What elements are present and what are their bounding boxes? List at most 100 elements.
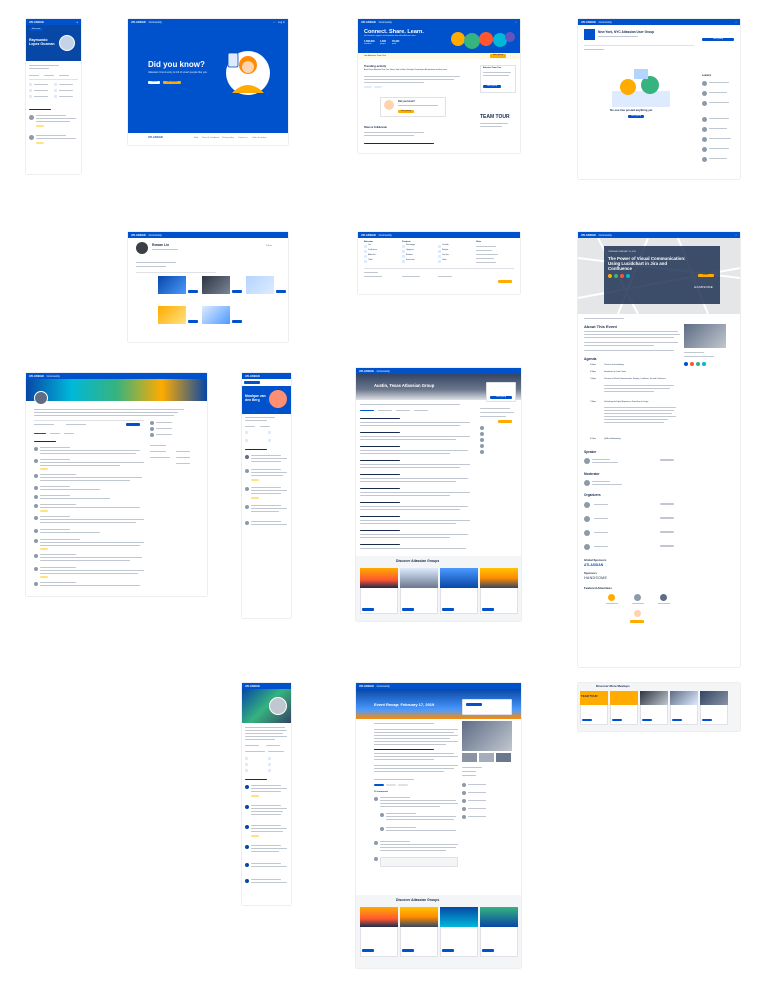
- menu-item-other[interactable]: Other: [442, 259, 447, 262]
- logo[interactable]: ATLASSIAN: [245, 375, 260, 378]
- gallery-image-2: [202, 276, 230, 294]
- search-icon[interactable]: ⌕: [736, 234, 737, 237]
- gallery-image-5: [202, 306, 230, 324]
- gallery-image-1: [158, 276, 186, 294]
- banner-button[interactable]: [466, 703, 482, 707]
- groups-home-mockup: ATLASSIAN Community ⌕ Connect. Share. Lear…: [358, 19, 520, 153]
- event-date: THURSDAY, FEBRUARY 14, 2019: [608, 251, 636, 253]
- menu-item-bitbucket[interactable]: Bitbucket: [368, 254, 375, 257]
- stat-label-3: posts: [392, 43, 397, 45]
- avatar: [136, 242, 148, 254]
- navbar: ATLASSIAN Community: [128, 232, 288, 238]
- community-label: Community: [598, 20, 612, 24]
- cancel-button[interactable]: Cancel: [148, 81, 160, 85]
- menu-item-confluence[interactable]: Confluence: [368, 249, 377, 252]
- avatar: [59, 35, 75, 51]
- side-cta-button[interactable]: [498, 420, 512, 423]
- join-button[interactable]: Join now: [29, 28, 43, 32]
- logo[interactable]: ATLASSIAN: [29, 21, 44, 24]
- menu-item-bamboo[interactable]: Bamboo: [406, 254, 413, 257]
- profile-name: Rowan Lin: [152, 243, 170, 247]
- logo[interactable]: ATLASSIAN: [131, 234, 146, 237]
- sponsors-title: Sponsors: [584, 571, 597, 575]
- logo[interactable]: ATLASSIAN: [581, 21, 596, 24]
- login-link[interactable]: Log in: [278, 21, 285, 24]
- rsvp-button[interactable]: RSVP: [698, 274, 714, 278]
- community-label: Community: [376, 684, 390, 688]
- gallery-button-3[interactable]: [276, 290, 286, 294]
- logo[interactable]: ATLASSIAN: [29, 375, 44, 378]
- join-group-button[interactable]: Join group: [490, 396, 512, 400]
- agenda-text-1: Check-in and networking: [604, 364, 624, 366]
- logo[interactable]: ATLASSIAN: [581, 234, 596, 237]
- footer-link-help[interactable]: Help: [194, 137, 198, 139]
- menu-col-2: Products: [402, 241, 411, 243]
- gallery-button-2[interactable]: [232, 290, 242, 294]
- search-icon[interactable]: ⌕: [736, 21, 737, 24]
- logo[interactable]: ATLASSIAN: [131, 21, 146, 24]
- search-icon[interactable]: ⌕: [516, 21, 517, 24]
- menu-icon[interactable]: ≡: [76, 21, 78, 24]
- logo[interactable]: ATLASSIAN: [359, 685, 374, 688]
- gallery-button-5[interactable]: [232, 320, 242, 324]
- team-tour-card-label: TEAM TOUR: [581, 694, 598, 698]
- team-tour-logo: TEAM TOUR: [480, 114, 510, 120]
- top-button[interactable]: [244, 381, 260, 385]
- handsome-sponsor-logo: HANDSOME: [584, 576, 608, 580]
- footer-link-coc[interactable]: Code of conduct: [252, 137, 267, 139]
- gallery-button-1[interactable]: [188, 290, 198, 294]
- hero-subtitle: Find answers, support, and inspiration f…: [364, 35, 416, 37]
- stat-label-2: groups: [380, 43, 386, 45]
- event-photo: [462, 721, 512, 751]
- logo[interactable]: ATLASSIAN: [245, 685, 260, 688]
- get-started-button[interactable]: Get started: [163, 81, 181, 85]
- follow-button[interactable]: Follow: [266, 245, 272, 247]
- profile-name: Raymundo Lopez Guzman: [29, 38, 55, 46]
- hero-subtitle: Atlassian Community is full of smart peo…: [148, 71, 208, 74]
- community-label: Community: [148, 233, 162, 237]
- event-recap-mockup: ATLASSIAN Community Event Recap: February…: [356, 683, 521, 968]
- logo[interactable]: ATLASSIAN: [359, 370, 374, 373]
- gallery-button-4[interactable]: [188, 320, 198, 324]
- menu-item-fisheye[interactable]: Fisheye: [442, 249, 448, 252]
- footer-link-contact[interactable]: Contact us: [238, 137, 248, 139]
- cta-join-button[interactable]: Join group: [398, 110, 414, 114]
- group-title: Austin, Texas Atlassian Group: [374, 383, 435, 388]
- side-join-button[interactable]: Join group: [483, 85, 501, 89]
- agenda-time-3: 7:00pm: [590, 378, 596, 380]
- about-title: About This Event: [584, 324, 617, 329]
- cta-avatar: [384, 100, 394, 110]
- menu-cta-button[interactable]: [498, 280, 512, 284]
- nyc-group-mockup: ATLASSIAN Community ⌕ New York, NYC Atlass…: [578, 19, 740, 179]
- logo[interactable]: ATLASSIAN: [361, 234, 376, 237]
- discover-meetups-title: Discover More Meetups: [596, 684, 630, 688]
- agenda-text-2: Introduction to Lucid Charts: [604, 371, 626, 373]
- group-banner: [26, 379, 207, 401]
- speaker-title: Speaker: [584, 450, 597, 454]
- footer-link-terms[interactable]: Terms & Conditions: [202, 137, 219, 139]
- side-title: Atlassian Team Tour: [483, 67, 502, 69]
- empty-state-illustration: [612, 69, 670, 107]
- menu-item-jira[interactable]: Jira: [368, 244, 371, 247]
- comments-count: 12 comments: [374, 791, 388, 793]
- banner-join-button[interactable]: Join group: [490, 54, 506, 58]
- featured-button[interactable]: [630, 620, 644, 624]
- menu-item-statuspage[interactable]: Statuspage: [406, 244, 415, 247]
- logo[interactable]: ATLASSIAN: [361, 21, 376, 24]
- organizers-title: Organizers: [584, 493, 601, 497]
- menu-item-crucible[interactable]: Crucible: [442, 244, 449, 247]
- navbar: ATLASSIAN: [242, 373, 291, 379]
- group-join-button[interactable]: Join group: [702, 38, 734, 42]
- person-with-phone-illustration: [226, 51, 270, 95]
- footer-link-privacy[interactable]: Privacy policy: [222, 137, 234, 139]
- menu-item-trello[interactable]: Trello: [368, 259, 372, 262]
- menu-item-jira-ops[interactable]: Jira Ops: [442, 254, 449, 257]
- menu-item-opsgenie[interactable]: Opsgenie: [406, 249, 414, 252]
- hero-title: Did you know?: [148, 60, 205, 69]
- community-label: Community: [148, 20, 162, 24]
- agenda-time-2: 6:30pm: [590, 371, 596, 373]
- footer-logo[interactable]: ATLASSIAN: [148, 136, 163, 140]
- search-icon[interactable]: ⌕: [273, 21, 274, 24]
- empty-join-button[interactable]: Join group: [628, 115, 644, 119]
- menu-item-sourcetree[interactable]: Sourcetree: [406, 259, 415, 262]
